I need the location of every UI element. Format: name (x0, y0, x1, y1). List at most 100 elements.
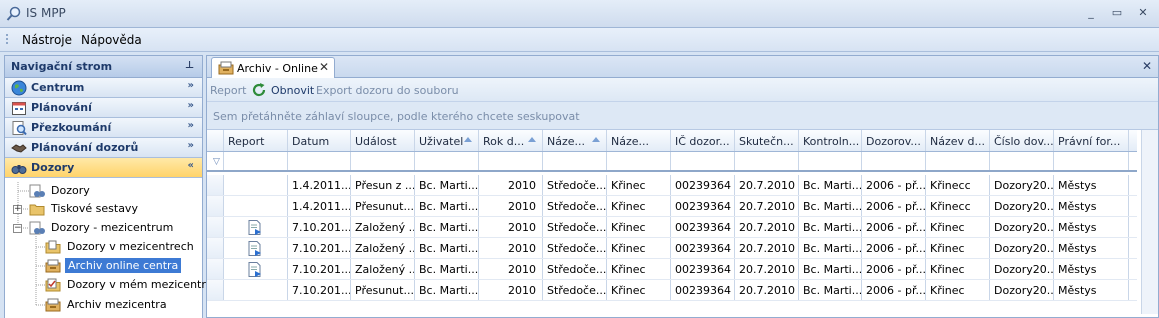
row-selector[interactable] (207, 196, 224, 216)
pin-icon[interactable]: ⊥ (185, 60, 194, 71)
filter-cell[interactable] (1054, 152, 1129, 170)
close-document-icon[interactable]: ✕ (1142, 59, 1152, 73)
filter-cell[interactable] (351, 152, 415, 170)
column-header-label: Právní for... (1058, 135, 1121, 148)
table-row[interactable]: 7.10.201... Založený ... Bc. Marti... 2010 S… (207, 238, 1137, 259)
tree-item-dozory-v-mezicentrech[interactable]: Dozory v mezicentrech (45, 238, 199, 256)
column-header[interactable]: Dozorov... (862, 130, 926, 151)
column-header[interactable]: Kontroln... (799, 130, 862, 151)
section-centrum[interactable]: Centrum » (5, 78, 202, 98)
column-header-label: Dozorov... (866, 135, 921, 148)
column-header[interactable]: Skutečn... (735, 130, 799, 151)
table-cell: 00239364 (671, 217, 735, 237)
table-cell: Bc. Marti... (415, 175, 479, 195)
group-by-panel[interactable]: Sem přetáhněte záhlaví sloupce, podle kt… (207, 102, 1158, 130)
tab-archiv-online[interactable]: Archiv - Online ✕ (211, 57, 335, 78)
search-icon (6, 6, 21, 21)
menu-nastroje[interactable]: Nástroje (22, 33, 72, 47)
tree-item-label: Dozory v mezicentrech (67, 240, 194, 253)
report-button[interactable]: Report (210, 84, 246, 97)
row-selector[interactable] (207, 280, 224, 300)
tree-item-archiv-online-centra[interactable]: Archiv online centra (45, 257, 199, 275)
column-header[interactable]: Náze... (543, 130, 607, 151)
table-cell: 2006 - př... (862, 259, 926, 279)
export-button[interactable]: Export dozoru do souboru (316, 84, 459, 97)
table-cell: 2006 - př... (862, 217, 926, 237)
column-header[interactable]: Číslo dov... (990, 130, 1054, 151)
filter-cell[interactable] (415, 152, 479, 170)
column-header-label: Uživatel (419, 135, 464, 148)
section-dozory[interactable]: Dozory « (5, 158, 202, 178)
table-row[interactable]: 7.10.201... Založený ... Bc. Marti... 2010 S… (207, 259, 1137, 280)
menu-napoveda[interactable]: Nápověda (81, 33, 142, 47)
column-header[interactable]: Název d... (926, 130, 990, 151)
table-cell: Bc. Marti... (415, 196, 479, 216)
filter-cell[interactable] (543, 152, 607, 170)
nav-header: Navigační strom ⊥ (5, 56, 202, 78)
column-header[interactable]: Datum (288, 130, 351, 151)
table-cell: Založený ... (351, 259, 415, 279)
tree-item-tiskove-sestavy[interactable]: + Tiskové sestavy (13, 200, 199, 218)
filter-cell[interactable] (990, 152, 1054, 170)
grid-toolbar: Report Obnovit Export dozoru do souboru (207, 78, 1158, 102)
filter-icon[interactable]: ▽ (213, 157, 220, 167)
section-label: Plánování (31, 101, 92, 114)
column-header[interactable]: Událost (351, 130, 415, 151)
filter-cell[interactable] (479, 152, 543, 170)
report-document-icon[interactable] (248, 220, 262, 235)
tree-item-dozory[interactable]: Dozory (29, 182, 199, 200)
tab-close-icon[interactable]: ✕ (319, 60, 329, 74)
table-cell: Křinec (607, 175, 671, 195)
report-cell (224, 175, 288, 195)
filter-cell[interactable] (926, 152, 990, 170)
row-selector[interactable] (207, 217, 224, 237)
table-cell: Křinec (607, 196, 671, 216)
table-row[interactable]: 1.4.2011... Přesun z ... Bc. Marti... 2010 S… (207, 175, 1137, 196)
column-header[interactable]: IČ dozor... (671, 130, 735, 151)
chevron-down-icon: » (187, 140, 194, 151)
column-header[interactable]: Rok d... (479, 130, 543, 151)
tree-item-label: Dozory v mém mezicentru (67, 278, 213, 291)
filter-cell[interactable] (799, 152, 862, 170)
table-row[interactable]: 1.4.2011... Přesunut... Bc. Marti... 2010 St… (207, 196, 1137, 217)
section-prezkoumani[interactable]: Přezkoumání » (5, 118, 202, 138)
filter-cell[interactable] (607, 152, 671, 170)
tree-item-dozory-mezicentrum[interactable]: − Dozory - mezicentrum (13, 219, 199, 237)
grid-filter-row[interactable]: ▽ (207, 152, 1137, 172)
report-cell[interactable] (224, 217, 288, 237)
report-document-icon[interactable] (248, 241, 262, 256)
table-row[interactable]: 7.10.201... Založený ... Bc. Marti... 2010 S… (207, 217, 1137, 238)
vertical-scrollbar[interactable] (1141, 130, 1158, 314)
minimize-button[interactable]: _ (1081, 4, 1101, 22)
filter-cell[interactable] (288, 152, 351, 170)
row-selector[interactable] (207, 259, 224, 279)
column-header[interactable]: Náze... (607, 130, 671, 151)
maximize-button[interactable]: ▭ (1107, 4, 1127, 22)
filter-cell[interactable] (735, 152, 799, 170)
filter-cell[interactable] (224, 152, 288, 170)
expand-icon[interactable]: + (13, 205, 22, 214)
collapse-icon[interactable]: − (13, 224, 22, 233)
column-header[interactable]: Report (224, 130, 288, 151)
chevron-down-icon: » (187, 80, 194, 91)
tree-item-archiv-mezicentra[interactable]: Archiv mezicentra (45, 296, 199, 314)
column-header-label: Skutečn... (739, 135, 794, 148)
report-cell[interactable] (224, 238, 288, 258)
refresh-button[interactable]: Obnovit (271, 84, 314, 97)
row-selector[interactable] (207, 238, 224, 258)
table-cell: 2006 - př... (862, 238, 926, 258)
filter-cell[interactable] (671, 152, 735, 170)
column-header[interactable]: Uživatel (415, 130, 479, 151)
row-selector[interactable] (207, 175, 224, 195)
tree-item-dozory-v-mem-mezicentru[interactable]: Dozory v mém mezicentru (45, 276, 213, 294)
report-cell[interactable] (224, 259, 288, 279)
filter-cell[interactable] (862, 152, 926, 170)
section-planovani[interactable]: Plánování » (5, 98, 202, 118)
close-button[interactable]: ✕ (1133, 4, 1153, 22)
column-header[interactable]: Právní for... (1054, 130, 1129, 151)
report-document-icon[interactable] (248, 262, 262, 277)
section-planovani-dozoru[interactable]: Plánování dozorů » (5, 138, 202, 158)
magnifier-icon (12, 121, 27, 136)
table-row[interactable]: 7.10.201... Přesunut... Bc. Marti... 2010 St… (207, 280, 1137, 301)
handshake-icon (11, 144, 27, 153)
